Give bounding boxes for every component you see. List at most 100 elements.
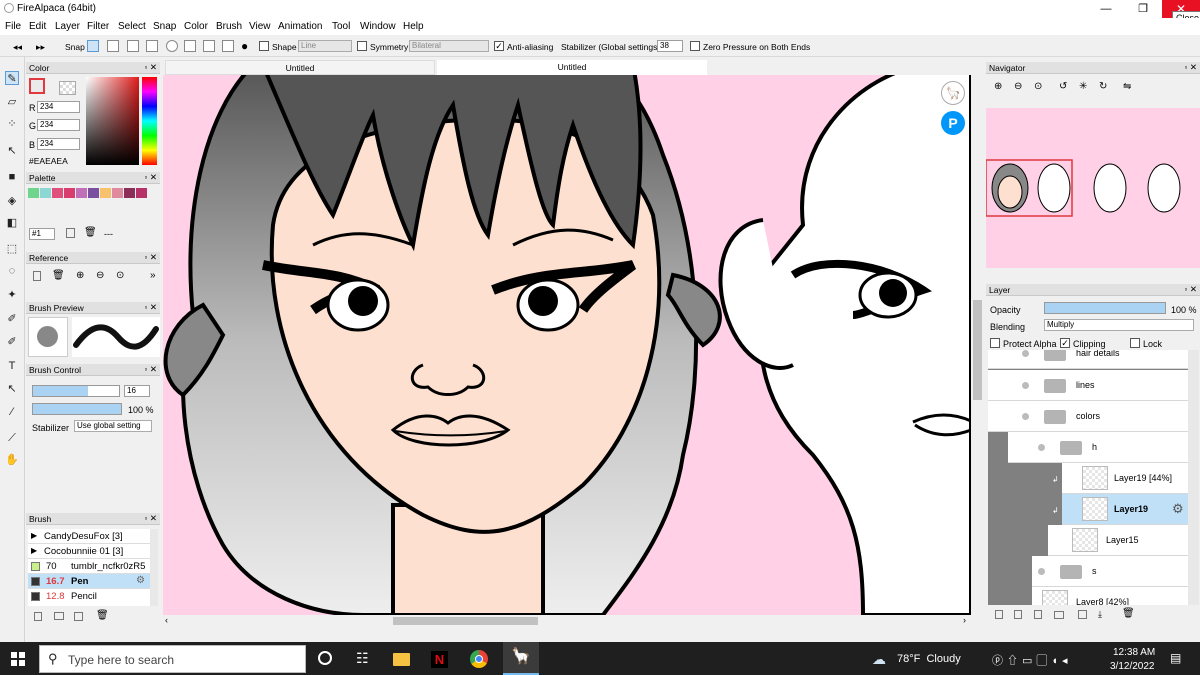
vertical-scrollbar[interactable] — [971, 75, 984, 615]
palette-swatch[interactable] — [124, 188, 135, 198]
drawing-canvas[interactable]: 🦙 P — [163, 75, 971, 615]
nav-zoom-in-icon[interactable]: ⊕ — [994, 81, 1002, 92]
brush-opacity-slider[interactable] — [32, 403, 122, 415]
rotate-left-icon[interactable]: ↺ — [1059, 81, 1067, 92]
operation-tool-icon[interactable]: ↖ — [5, 382, 19, 396]
brush-row[interactable]: 12.8 Pencil — [28, 589, 150, 604]
brush-folder-icon[interactable] — [54, 612, 64, 620]
symmetry-select[interactable]: Bilateral — [409, 40, 489, 52]
nav-zoom-out-icon[interactable]: ⊖ — [1014, 81, 1022, 92]
menu-edit[interactable]: Edit — [29, 21, 46, 32]
shape-checkbox[interactable] — [259, 41, 269, 51]
palette-swatch[interactable] — [28, 188, 39, 198]
panel-controls-icon[interactable]: ▫ ✕ — [145, 62, 158, 73]
expand-arrow-icon[interactable]: ▶ — [31, 546, 37, 555]
delete-palette-icon[interactable]: 🗑 — [84, 227, 97, 238]
navigator-preview[interactable] — [986, 108, 1200, 268]
palette-swatch[interactable] — [100, 188, 111, 198]
hue-slider[interactable] — [142, 77, 157, 165]
merge-down-icon[interactable]: ⤓ — [1098, 609, 1102, 620]
lasso-tool-icon[interactable]: ◌ — [5, 264, 19, 278]
menu-tool[interactable]: Tool — [332, 21, 350, 32]
saturation-value-picker[interactable] — [86, 77, 139, 165]
scroll-right-arrow-icon[interactable]: › — [963, 615, 966, 625]
snap-cross-icon[interactable] — [127, 40, 139, 52]
layer-row[interactable]: colors — [988, 401, 1188, 432]
layer-row[interactable]: Layer15 — [1048, 525, 1188, 556]
zero-pressure-checkbox[interactable] — [690, 41, 700, 51]
select-tool-icon[interactable]: ⬚ — [5, 242, 19, 256]
panel-controls-icon[interactable]: ▫ ✕ — [145, 252, 158, 263]
layer-opacity-slider[interactable] — [1044, 302, 1166, 314]
layer-row[interactable]: Layer8 [42%] — [1032, 587, 1188, 605]
palette-more[interactable]: --- — [104, 229, 113, 239]
brush-group-row[interactable]: ▶ Cocobunniie 01 [3] — [28, 544, 150, 559]
expand-arrow-icon[interactable]: ▶ — [31, 531, 37, 540]
pen-tool-icon[interactable]: ✎ — [5, 71, 19, 85]
panel-controls-icon[interactable]: ▫ ✕ — [1185, 62, 1198, 73]
visibility-icon[interactable] — [1038, 444, 1045, 451]
snap-grid-icon[interactable] — [146, 40, 158, 52]
text-tool-icon[interactable]: T — [5, 359, 19, 373]
tray-icons[interactable]: ⓟ⇧▭▢◖◂ — [992, 652, 1072, 668]
blending-select[interactable]: Multiply — [1044, 319, 1194, 331]
b-input[interactable]: 234 — [37, 138, 80, 150]
gradient-tool-icon[interactable]: ◧ — [5, 216, 19, 230]
shape-select[interactable]: Line — [298, 40, 352, 52]
rotate-right-icon[interactable]: ↻ — [1099, 81, 1107, 92]
undo-icon[interactable]: ◂◂ — [13, 42, 22, 53]
palette-swatch[interactable] — [64, 188, 75, 198]
snap-radial-icon[interactable] — [184, 40, 196, 52]
add-palette-icon[interactable] — [66, 228, 75, 238]
palette-swatch[interactable] — [52, 188, 63, 198]
menu-snap[interactable]: Snap — [153, 21, 176, 32]
panel-controls-icon[interactable]: ▫ ✕ — [145, 302, 158, 313]
delete-layer-icon[interactable]: 🗑 — [1122, 608, 1135, 619]
r-input[interactable]: 234 — [37, 101, 80, 113]
menu-view[interactable]: View — [249, 21, 271, 32]
nav-zoom-fit-icon[interactable]: ⊙ — [1034, 81, 1042, 92]
reference-expand-icon[interactable]: » — [150, 270, 156, 281]
palette-swatch[interactable] — [40, 188, 51, 198]
tab-untitled-1[interactable]: Untitled — [165, 60, 435, 75]
layer-settings-gear-icon[interactable]: ⚙ — [1172, 501, 1184, 517]
reference-delete-icon[interactable]: 🗑 — [52, 270, 65, 281]
select-pen-tool-icon[interactable]: ✐ — [5, 312, 19, 326]
firealpaca-taskbar-icon[interactable]: 🦙 — [503, 642, 539, 675]
task-view-icon[interactable] — [318, 651, 332, 665]
layer-row[interactable]: s — [1032, 556, 1188, 587]
menu-animation[interactable]: Animation — [278, 21, 322, 32]
menu-brush[interactable]: Brush — [216, 21, 242, 32]
antialias-checkbox[interactable]: ✓ — [494, 41, 504, 51]
brush-size-input[interactable]: 16 — [124, 385, 150, 397]
netflix-icon[interactable]: N — [431, 651, 448, 668]
symmetry-checkbox[interactable] — [357, 41, 367, 51]
brush-list-scrollbar[interactable] — [150, 529, 158, 606]
snap-3d-icon[interactable] — [222, 40, 234, 52]
layer-row-selected[interactable]: Layer19 ⚙ — [1062, 494, 1188, 525]
brush-settings-gear-icon[interactable]: ⚙ — [136, 575, 145, 586]
clock-time[interactable]: 12:38 AM — [1113, 647, 1155, 658]
add-folder-icon[interactable] — [1054, 611, 1064, 619]
panel-controls-icon[interactable]: ▫ ✕ — [145, 513, 158, 524]
widgets-icon[interactable]: ☷ — [356, 650, 369, 667]
menu-color[interactable]: Color — [184, 21, 208, 32]
brush-row-selected[interactable]: 16.7 Pen ⚙ — [28, 574, 150, 589]
zoom-in-icon[interactable]: ⊕ — [76, 270, 84, 281]
snap-off-icon[interactable] — [87, 40, 99, 52]
scroll-left-arrow-icon[interactable]: ‹ — [165, 615, 168, 625]
eyedropper-tool-icon[interactable]: ⟋ — [5, 431, 19, 445]
palette-swatch[interactable] — [112, 188, 123, 198]
move-tool-icon[interactable]: ↖ — [5, 144, 19, 158]
menu-layer[interactable]: Layer — [55, 21, 80, 32]
layer-row[interactable]: h — [1008, 432, 1188, 463]
duplicate-brush-icon[interactable] — [74, 612, 83, 621]
minimize-button[interactable]: — — [1088, 0, 1124, 18]
flip-icon[interactable]: ⇋ — [1123, 81, 1131, 92]
add-8bit-layer-icon[interactable] — [1014, 610, 1022, 619]
layer-row[interactable]: Layer19 [44%] — [1062, 463, 1188, 494]
visibility-icon[interactable] — [1038, 568, 1045, 575]
reference-new-icon[interactable] — [33, 271, 41, 281]
file-explorer-icon[interactable] — [393, 653, 410, 666]
select-eraser-tool-icon[interactable]: ✐ — [5, 335, 19, 349]
